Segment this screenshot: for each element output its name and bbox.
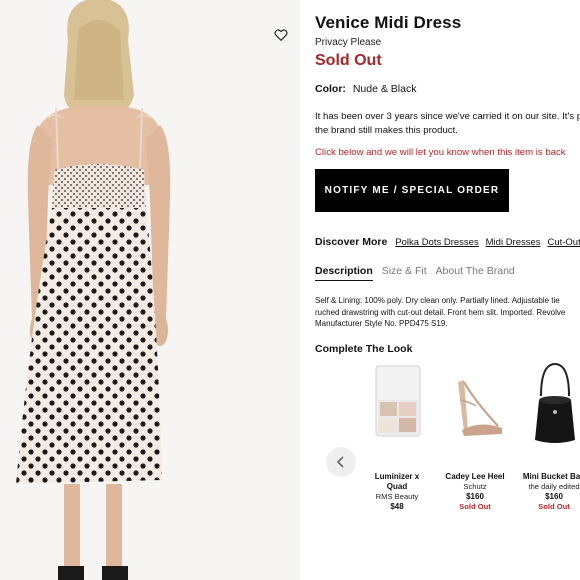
look-item-price: $160 — [466, 492, 484, 501]
bucket-bag-image — [535, 362, 575, 443]
description-line: ruched drawstring with cut-out detail. F… — [315, 307, 566, 317]
luminizer-image — [375, 365, 421, 437]
tab-description[interactable]: Description — [315, 265, 373, 281]
discover-link-midi[interactable]: Midi Dresses — [486, 237, 541, 248]
heart-icon[interactable] — [274, 28, 288, 42]
tab-about-brand[interactable]: About The Brand — [436, 265, 515, 280]
look-item-luminizer[interactable]: Luminizer x Quad RMS Beauty $48 — [361, 360, 433, 512]
description-text: Self & Lining: 100% poly. Dry clean only… — [315, 295, 580, 330]
look-item-name: Quad — [386, 482, 408, 491]
look-item-cadey-lee-heel[interactable]: Cadey Lee Heel Schutz $160 Sold Out — [439, 360, 511, 512]
look-item-name: Cadey Lee Heel — [445, 472, 505, 481]
discover-link-polka-dots[interactable]: Polka Dots Dresses — [395, 237, 478, 248]
tab-size-fit[interactable]: Size & Fit — [382, 265, 427, 280]
product-photo[interactable] — [0, 0, 300, 580]
look-item-name: Luminizer x — [374, 472, 420, 481]
look-item-status: Sold Out — [538, 502, 570, 511]
look-item-brand: RMS Beauty — [375, 492, 419, 501]
notify-prompt: Click below and we will let you know whe… — [315, 147, 566, 158]
product-title: Venice Midi Dress — [315, 13, 462, 32]
color-row: Color: Nude & Black — [315, 83, 416, 95]
look-item-status: Sold Out — [459, 502, 491, 511]
discover-more: Discover More Polka Dots Dresses Midi Dr… — [315, 236, 580, 248]
color-label: Color: — [315, 83, 346, 95]
description-line: Manufacturer Style No. PPD475 S19. — [315, 319, 448, 328]
look-item-price: $160 — [545, 492, 563, 501]
carousel-prev-button[interactable] — [326, 447, 356, 477]
look-item-name: Mini Bucket Bag — [522, 472, 580, 481]
look-item-mini-bucket-bag[interactable]: Mini Bucket Bag the daily edited $160 So… — [517, 360, 580, 512]
status-badge: Sold Out — [315, 52, 382, 69]
complete-the-look-heading: Complete The Look — [315, 343, 413, 355]
discover-link-cut-out[interactable]: Cut-Out — [547, 237, 580, 248]
look-item-price: $48 — [390, 502, 404, 511]
look-item-brand: Schutz — [463, 482, 487, 491]
heel-image — [458, 380, 502, 436]
notify-special-order-button[interactable]: NOTIFY ME / SPECIAL ORDER — [315, 169, 509, 212]
look-item-brand: the daily edited — [528, 482, 580, 491]
discover-more-label: Discover More — [315, 236, 388, 248]
chevron-left-icon — [336, 456, 344, 468]
detail-tabs: Description Size & Fit About The Brand — [315, 265, 521, 281]
product-photo-illustration — [0, 0, 300, 580]
product-brand[interactable]: Privacy Please — [315, 37, 381, 48]
description-line: Self & Lining: 100% poly. Dry clean only… — [315, 296, 560, 305]
availability-note: It has been over 3 years since we've car… — [315, 111, 580, 136]
color-value: Nude & Black — [352, 83, 417, 95]
